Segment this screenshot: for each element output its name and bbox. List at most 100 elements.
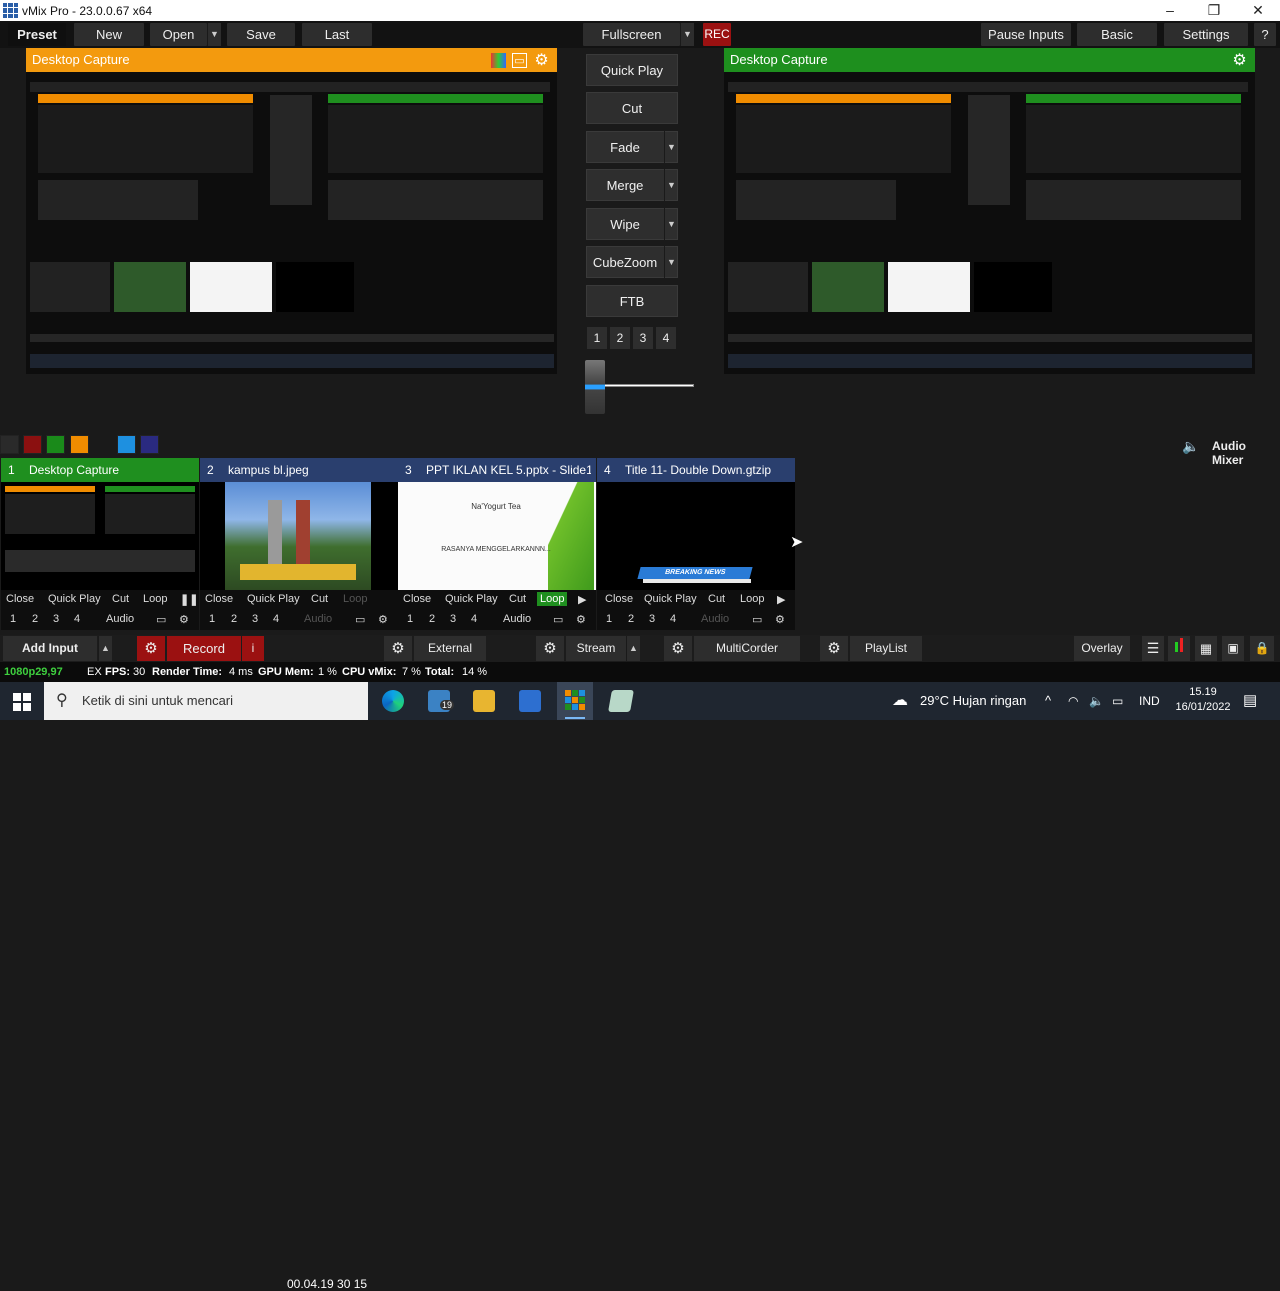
loop-input-button[interactable]: Loop xyxy=(143,593,167,605)
close-input-button[interactable]: Close xyxy=(403,593,431,605)
input-preview[interactable] xyxy=(200,482,398,590)
gear-icon[interactable]: ⚙ xyxy=(534,53,549,69)
pause-inputs-button[interactable]: Pause Inputs xyxy=(981,23,1071,46)
input-tile-2[interactable]: 2 kampus bl.jpeg Close Quick Play Cut Lo… xyxy=(200,458,398,630)
gear-icon[interactable]: ⚙ xyxy=(378,613,388,626)
playlist-button[interactable]: PlayList xyxy=(850,636,922,661)
multicorder-button[interactable]: MultiCorder xyxy=(694,636,800,661)
lock-icon[interactable]: 🔒 xyxy=(1250,636,1274,661)
transition-1-button[interactable]: 1 xyxy=(587,327,607,349)
weather-text[interactable]: 29°C Hujan ringan xyxy=(920,682,1026,720)
gear-icon[interactable]: ⚙ xyxy=(775,613,785,626)
swatch-3[interactable] xyxy=(70,435,89,454)
play-icon[interactable]: ▶ xyxy=(578,593,586,606)
save-button[interactable]: Save xyxy=(227,23,295,46)
swatch-0[interactable] xyxy=(0,435,19,454)
playlist-gear-icon[interactable]: ⚙ xyxy=(820,636,848,661)
grid-icon[interactable]: ▦ xyxy=(1195,636,1217,661)
weather-icon[interactable]: ☁ xyxy=(892,682,908,720)
record-gear-icon[interactable]: ⚙ xyxy=(137,636,165,661)
quick-play-input-button[interactable]: Quick Play xyxy=(445,593,498,605)
close-input-button[interactable]: Close xyxy=(205,593,233,605)
new-button[interactable]: New xyxy=(74,23,144,46)
transition-4-button[interactable]: 4 xyxy=(656,327,676,349)
t-bar-slider[interactable] xyxy=(585,360,605,414)
minimize-button[interactable]: – xyxy=(1148,1,1192,20)
ftb-button[interactable]: FTB xyxy=(586,285,678,317)
edge-icon[interactable] xyxy=(382,690,404,712)
vmix-taskbar-button[interactable] xyxy=(557,682,593,720)
basic-button[interactable]: Basic xyxy=(1077,23,1157,46)
mail-icon[interactable]: 19 xyxy=(428,690,455,712)
loop-input-button[interactable]: Loop xyxy=(740,593,764,605)
monitor-icon[interactable]: ▭ xyxy=(355,613,365,626)
input-tile-3[interactable]: 3 PPT IKLAN KEL 5.pptx - Slide1 Na'Yogur… xyxy=(398,458,596,630)
swatch-1[interactable] xyxy=(23,435,42,454)
record-info-button[interactable]: i xyxy=(242,636,264,661)
chevron-up-icon[interactable]: ^ xyxy=(1045,682,1051,720)
close-input-button[interactable]: Close xyxy=(6,593,34,605)
gear-icon[interactable]: ⚙ xyxy=(1232,53,1247,69)
clock[interactable]: 15.19 16/01/2022 xyxy=(1172,685,1234,715)
battery-icon[interactable]: ▭ xyxy=(1112,682,1123,720)
fullscreen-dropdown-icon[interactable]: ▼ xyxy=(680,23,694,46)
overlay-button[interactable]: Overlay xyxy=(1074,636,1130,661)
overlay-1-button[interactable]: 1 xyxy=(10,613,16,625)
cut-input-button[interactable]: Cut xyxy=(112,593,129,605)
language-indicator[interactable]: IND xyxy=(1139,682,1160,720)
input-preview[interactable]: BREAKING NEWS xyxy=(597,482,795,590)
cut-input-button[interactable]: Cut xyxy=(311,593,328,605)
preset-button[interactable]: Preset xyxy=(8,23,66,46)
audio-button[interactable]: Audio xyxy=(106,613,134,625)
help-button[interactable]: ? xyxy=(1254,23,1276,46)
input-preview[interactable]: Na'Yogurt Tea RASANYA MENGGELARKANNN... xyxy=(398,482,596,590)
stream-button[interactable]: Stream xyxy=(566,636,626,661)
quick-play-button[interactable]: Quick Play xyxy=(586,54,678,86)
input-tile-4[interactable]: 4 Title 11- Double Down.gtzip BREAKING N… xyxy=(597,458,795,630)
close-input-button[interactable]: Close xyxy=(605,593,633,605)
add-input-dropdown-icon[interactable]: ▲ xyxy=(98,636,112,661)
audio-button[interactable]: Audio xyxy=(701,613,729,625)
window-icon[interactable]: ▭ xyxy=(512,53,527,68)
quick-play-input-button[interactable]: Quick Play xyxy=(48,593,101,605)
overlay-3-button[interactable]: 3 xyxy=(450,613,456,625)
record-button[interactable]: Record xyxy=(167,636,241,661)
overlay-2-button[interactable]: 2 xyxy=(429,613,435,625)
quick-play-input-button[interactable]: Quick Play xyxy=(247,593,300,605)
overlay-1-button[interactable]: 1 xyxy=(209,613,215,625)
overlay-1-button[interactable]: 1 xyxy=(407,613,413,625)
overlay-3-button[interactable]: 3 xyxy=(53,613,59,625)
store-icon[interactable] xyxy=(519,690,541,712)
input-header[interactable]: 3 PPT IKLAN KEL 5.pptx - Slide1 xyxy=(398,458,596,482)
external-button[interactable]: External xyxy=(414,636,486,661)
audio-meter-icon[interactable] xyxy=(1168,636,1190,661)
file-explorer-icon[interactable] xyxy=(473,690,495,712)
loop-input-button[interactable]: Loop xyxy=(343,593,367,605)
monitor-icon[interactable]: ▭ xyxy=(553,613,563,626)
cubezoom-dropdown-icon[interactable]: ▼ xyxy=(664,246,678,278)
transition-2-button[interactable]: 2 xyxy=(610,327,630,349)
merge-dropdown-icon[interactable]: ▼ xyxy=(664,169,678,201)
audio-button[interactable]: Audio xyxy=(304,613,332,625)
audio-mixer-button[interactable]: Audio Mixer xyxy=(1212,439,1280,467)
swatch-4[interactable] xyxy=(117,435,136,454)
overlay-4-button[interactable]: 4 xyxy=(471,613,477,625)
last-button[interactable]: Last xyxy=(302,23,372,46)
fullscreen-button[interactable]: Fullscreen xyxy=(583,23,680,46)
loop-input-button[interactable]: Loop xyxy=(537,592,568,606)
wipe-dropdown-icon[interactable]: ▼ xyxy=(664,208,678,240)
overlay-4-button[interactable]: 4 xyxy=(74,613,80,625)
color-icon[interactable] xyxy=(491,53,506,68)
rec-button[interactable]: REC xyxy=(703,23,731,46)
overlay-2-button[interactable]: 2 xyxy=(628,613,634,625)
input-header[interactable]: 4 Title 11- Double Down.gtzip xyxy=(597,458,795,482)
input-tile-1[interactable]: 1 Desktop Capture Close Quick Play Cut L… xyxy=(1,458,199,630)
overlay-1-button[interactable]: 1 xyxy=(606,613,612,625)
snapshot-icon[interactable]: ▣ xyxy=(1222,636,1244,661)
maximize-button[interactable]: ❐ xyxy=(1192,1,1236,20)
swatch-2[interactable] xyxy=(46,435,65,454)
overlay-4-button[interactable]: 4 xyxy=(273,613,279,625)
overlay-2-button[interactable]: 2 xyxy=(32,613,38,625)
list-icon[interactable]: ☰ xyxy=(1142,636,1164,661)
cut-button[interactable]: Cut xyxy=(586,92,678,124)
